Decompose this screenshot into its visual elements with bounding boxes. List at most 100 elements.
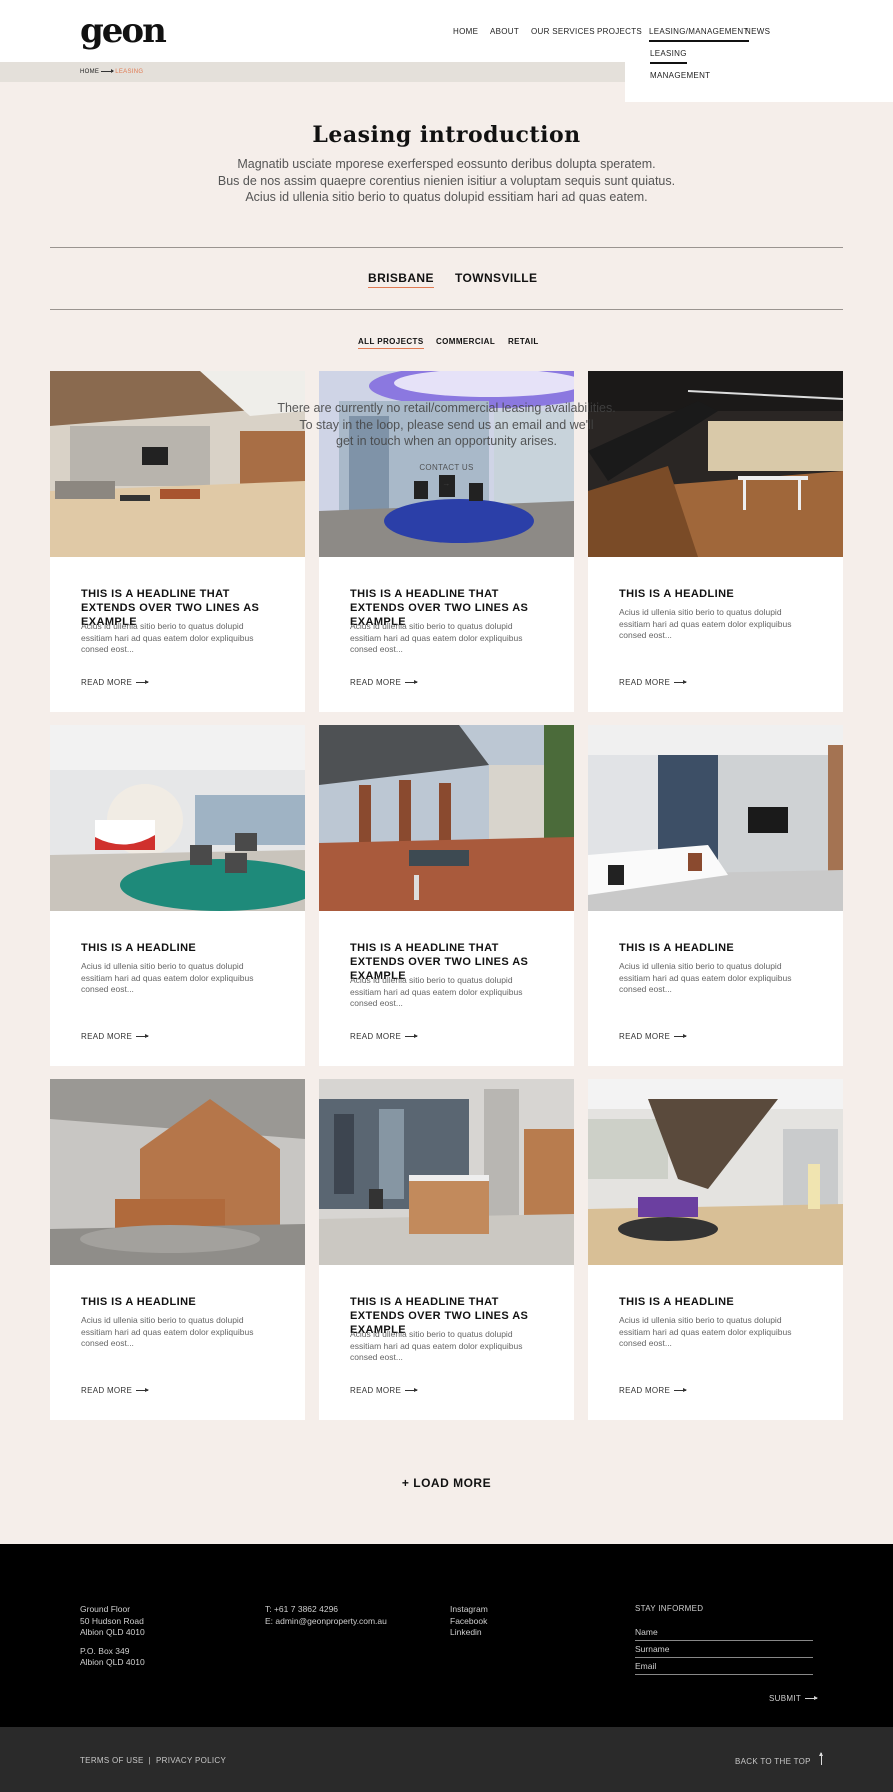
surname-field[interactable]: Surname (635, 1643, 813, 1658)
separator: | (148, 1756, 151, 1765)
read-more-link[interactable]: Read more (81, 1032, 150, 1041)
card-excerpt: Acius id ullenia sitio berio to quatus d… (350, 1329, 523, 1362)
read-more-link[interactable]: Read more (350, 1032, 419, 1041)
name-field[interactable]: Name (635, 1626, 813, 1641)
terms-of-use-link[interactable]: Terms of use (80, 1756, 144, 1765)
footer-contact: T: +61 7 3862 4296 E: admin@geonproperty… (265, 1604, 387, 1627)
card-headline: This is a headline (81, 942, 197, 954)
card-headline: This is a headline (81, 1296, 197, 1308)
arrow-up-icon (818, 1752, 823, 1765)
dropdown-item-management[interactable]: Management (650, 71, 710, 80)
arrow-right-icon (136, 1034, 150, 1039)
card-excerpt: Acius id ullenia sitio berio to quatus d… (619, 607, 792, 640)
intro-text: Magnatib usciate mporese exerfersped eos… (150, 156, 743, 206)
privacy-policy-link[interactable]: Privacy policy (156, 1756, 226, 1765)
social-instagram-link[interactable]: Instagram (450, 1604, 488, 1616)
no-availability-notice: There are currently no retail/commercial… (250, 400, 643, 493)
nav-our-services[interactable]: Our Services (531, 27, 595, 36)
notice-line: To stay in the loop, please send us an e… (299, 417, 594, 432)
arrow-right-icon (674, 1034, 688, 1039)
read-more-link[interactable]: Read more (81, 678, 150, 687)
card-excerpt: Acius id ullenia sitio berio to quatus d… (619, 1315, 792, 1348)
card-excerpt: Acius id ullenia sitio berio to quatus d… (81, 621, 254, 654)
card-headline: This is a headline (619, 942, 735, 954)
read-more-link[interactable]: Read more (619, 1386, 688, 1395)
filter-retail[interactable]: Retail (508, 337, 539, 346)
arrow-right-icon (405, 1388, 419, 1393)
geon-logo[interactable]: geon (80, 14, 167, 48)
filter-all-projects[interactable]: All Projects (358, 337, 424, 349)
address-line: 50 Hudson Road (80, 1615, 144, 1626)
arrow-right-icon (805, 1696, 819, 1701)
tab-brisbane[interactable]: Brisbane (368, 271, 434, 288)
project-card[interactable]: This is a headline Acius id ullenia siti… (588, 1079, 843, 1420)
card-image[interactable] (319, 1079, 574, 1265)
card-image[interactable] (50, 1079, 305, 1265)
breadcrumb-current: Leasing (115, 69, 144, 75)
nav-projects[interactable]: Projects (597, 27, 642, 36)
arrow-right-icon (674, 680, 688, 685)
nav-home[interactable]: Home (453, 27, 478, 36)
project-card[interactable]: This is a headline that extends over two… (319, 1079, 574, 1420)
load-more-button[interactable]: + Load more (0, 1476, 893, 1490)
filter-commercial[interactable]: Commercial (436, 337, 495, 346)
contact-us-link[interactable]: Contact us → (250, 460, 643, 493)
leasing-dropdown: Leasing Management (625, 49, 893, 102)
divider (50, 309, 843, 310)
read-more-link[interactable]: Read more (81, 1386, 150, 1395)
card-image[interactable] (588, 1079, 843, 1265)
po-box-line: P.O. Box 349 (80, 1645, 130, 1656)
card-excerpt: Acius id ullenia sitio berio to quatus d… (350, 975, 523, 1008)
email-field[interactable]: Email (635, 1660, 813, 1675)
card-image[interactable] (50, 725, 305, 911)
read-more-link[interactable]: Read more (619, 678, 688, 687)
stay-informed-heading: Stay informed (635, 1604, 704, 1613)
nav-news[interactable]: News (745, 27, 770, 36)
arrow-right-icon (136, 1388, 150, 1393)
divider (50, 247, 843, 248)
breadcrumb: Home Leasing (80, 68, 144, 75)
sub-footer: Terms of use | Privacy policy Back to the … (0, 1727, 893, 1792)
card-excerpt: Acius id ullenia sitio berio to quatus d… (350, 621, 523, 654)
site-header: geon Home About Our Services Projects Le… (0, 0, 893, 62)
social-linkedin-link[interactable]: Linkedin (450, 1627, 488, 1639)
nav-leasing-management[interactable]: Leasing/Management (649, 27, 749, 42)
project-card[interactable]: This is a headline that extends over two… (319, 725, 574, 1066)
card-headline: This is a headline (619, 588, 735, 600)
read-more-link[interactable]: Read more (350, 678, 419, 687)
legal-links: Terms of use | Privacy policy (80, 1756, 226, 1765)
footer-email[interactable]: E: admin@geonproperty.com.au (265, 1616, 387, 1628)
breadcrumb-home[interactable]: Home (80, 69, 99, 75)
card-image[interactable] (588, 725, 843, 911)
address-line: Ground Floor (80, 1604, 131, 1614)
arrow-right-icon (101, 68, 115, 73)
arrow-right-icon (674, 1388, 688, 1393)
back-to-top-link[interactable]: Back to the top (735, 1752, 823, 1768)
submit-button[interactable]: Submit (769, 1694, 819, 1703)
notice-line: get in touch when an opportunity arises. (336, 434, 557, 448)
address-line: Albion QLD 4010 (80, 1627, 145, 1637)
project-card[interactable]: This is a headline Acius id ullenia siti… (588, 725, 843, 1066)
card-excerpt: Acius id ullenia sitio berio to quatus d… (81, 961, 254, 994)
project-card[interactable]: This is a headline Acius id ullenia siti… (50, 1079, 305, 1420)
footer-social: Instagram Facebook Linkedin (450, 1604, 488, 1639)
site-footer: Ground Floor 50 Hudson Road Albion QLD 4… (0, 1544, 893, 1727)
dropdown-item-leasing[interactable]: Leasing (650, 49, 687, 64)
nav-about[interactable]: About (490, 27, 519, 36)
footer-phone[interactable]: T: +61 7 3862 4296 (265, 1604, 387, 1616)
intro-line: Magnatib usciate mporese exerfersped eos… (237, 157, 656, 171)
footer-address: Ground Floor 50 Hudson Road Albion QLD 4… (80, 1604, 145, 1669)
arrow-right-icon (405, 680, 419, 685)
notice-line: There are currently no retail/commercial… (277, 401, 616, 415)
card-image[interactable] (319, 725, 574, 911)
tab-townsville[interactable]: Townsville (455, 271, 537, 285)
intro-line: Bus de nos assim quaepre corentius nieni… (217, 173, 676, 188)
breadcrumb-bar: Home Leasing (0, 62, 625, 82)
card-excerpt: Acius id ullenia sitio berio to quatus d… (81, 1315, 254, 1348)
page-title: Leasing introduction (312, 122, 581, 148)
arrow-right-icon (405, 1034, 419, 1039)
project-card[interactable]: This is a headline Acius id ullenia siti… (50, 725, 305, 1066)
social-facebook-link[interactable]: Facebook (450, 1616, 488, 1628)
read-more-link[interactable]: Read more (350, 1386, 419, 1395)
read-more-link[interactable]: Read more (619, 1032, 688, 1041)
